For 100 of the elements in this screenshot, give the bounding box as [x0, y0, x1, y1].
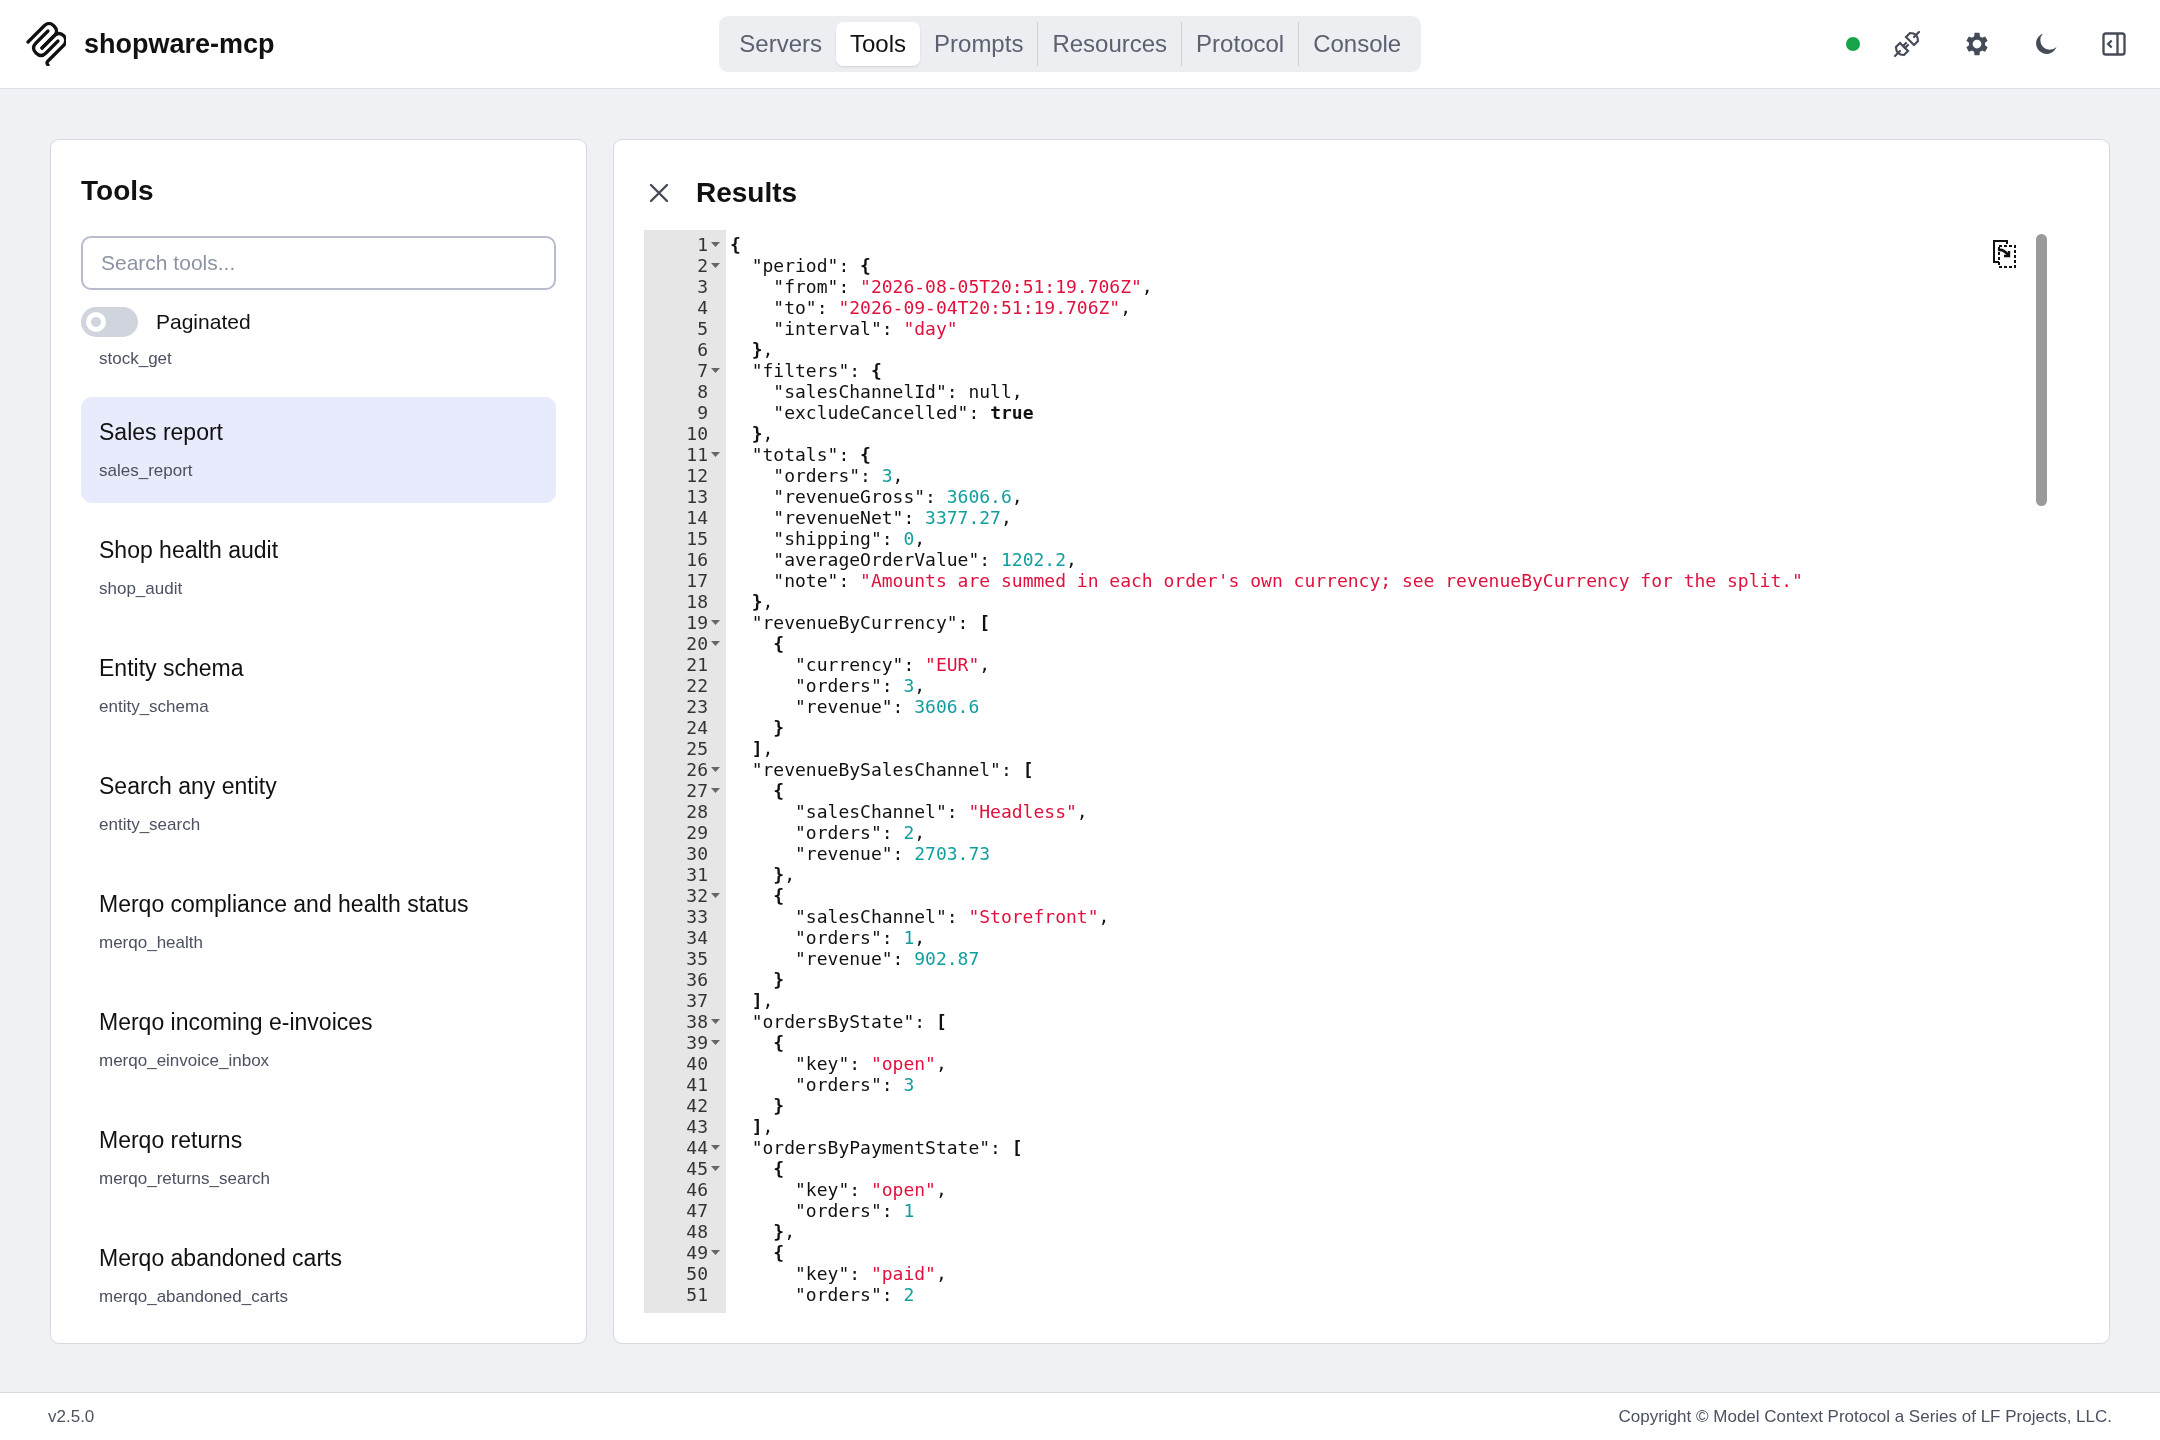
tool-item[interactable]: Merqo incoming e-invoices merqo_einvoice_inbox — [81, 987, 556, 1093]
line-number: 26 — [686, 759, 708, 780]
code-line: "orders": 2 — [794, 1284, 915, 1305]
line-number: 39 — [686, 1032, 708, 1053]
nav-tab[interactable]: Protocol — [1182, 22, 1299, 66]
line-number: 14 — [686, 507, 708, 528]
code-line: { — [772, 1242, 785, 1263]
code-line: { — [772, 780, 785, 801]
nav-tab[interactable]: Prompts — [920, 22, 1038, 66]
search-field[interactable]: Search tools... — [81, 236, 556, 290]
version-text: v2.5.0 — [48, 1405, 95, 1428]
line-number: 5 — [697, 318, 708, 339]
line-number: 38 — [686, 1011, 708, 1032]
line-number: 35 — [686, 948, 708, 969]
code-line: "revenueBySalesChannel": [ — [750, 759, 1034, 780]
code-line: "key": "open", — [794, 1179, 947, 1200]
nav-tab[interactable]: Servers — [725, 22, 836, 66]
line-number: 40 — [686, 1053, 708, 1074]
code-line: "to": "2026-09-04T20:51:19.706Z", — [772, 297, 1131, 318]
code-line: }, — [750, 591, 774, 612]
code-line: { — [772, 1158, 785, 1179]
code-line: { — [772, 885, 785, 906]
tool-title: Merqo compliance and health status — [99, 890, 470, 919]
tool-item[interactable]: Merqo abandoned carts merqo_abandoned_carts — [81, 1223, 556, 1329]
code-line: "shipping": 0, — [772, 528, 926, 549]
tool-id: entity_schema — [99, 695, 210, 718]
copy-icon[interactable] — [1991, 238, 2019, 270]
line-number: 1 — [697, 234, 708, 255]
nav-tab[interactable]: Console — [1299, 22, 1416, 66]
code-line: "salesChannel": "Storefront", — [794, 906, 1110, 927]
tool-item[interactable]: stock_get — [81, 345, 556, 385]
line-number: 19 — [686, 612, 708, 633]
line-number: 28 — [686, 801, 708, 822]
code-line: } — [772, 1095, 785, 1116]
line-number: 25 — [686, 738, 708, 759]
line-number: 13 — [686, 486, 708, 507]
line-number: 8 — [697, 381, 708, 402]
tool-item[interactable]: Sales report sales_report — [81, 397, 556, 503]
code-line: }, — [772, 864, 796, 885]
toggle-switch[interactable] — [81, 306, 138, 337]
line-number: 12 — [686, 465, 708, 486]
tool-title: Merqo returns — [99, 1126, 244, 1155]
code-line: "ordersByPaymentState": [ — [750, 1137, 1023, 1158]
tool-id: merqo_health — [99, 931, 204, 954]
line-number: 31 — [686, 864, 708, 885]
line-number: 20 — [686, 633, 708, 654]
line-number: 22 — [686, 675, 708, 696]
tool-item[interactable]: Shop health audit shop_audit — [81, 515, 556, 621]
code-line: "key": "paid", — [794, 1263, 947, 1284]
panel-title: Tools — [81, 174, 155, 208]
tool-item[interactable]: Entity schema entity_schema — [81, 633, 556, 739]
line-number: 7 — [697, 360, 708, 381]
code-line: "excludeCancelled": true — [772, 402, 1034, 423]
code-line: ], — [750, 1116, 774, 1137]
code-line: "period": { — [750, 255, 871, 276]
line-number: 42 — [686, 1095, 708, 1116]
line-number: 18 — [686, 591, 708, 612]
code-line: ], — [750, 990, 774, 1011]
tool-id: merqo_returns_search — [99, 1167, 272, 1190]
scrollbar-thumb[interactable] — [2036, 234, 2047, 506]
code-line: "currency": "EUR", — [794, 654, 991, 675]
tool-item[interactable]: Search any entity entity_search — [81, 751, 556, 857]
tool-title: Sales report — [99, 418, 224, 447]
logo-icon — [24, 22, 66, 66]
code-line: "revenueNet": 3377.27, — [772, 507, 1012, 528]
code-line: "filters": { — [750, 360, 882, 381]
code-line: "revenueGross": 3606.6, — [772, 486, 1023, 507]
nav-tab[interactable]: Tools — [836, 22, 921, 66]
line-number: 11 — [686, 444, 708, 465]
code-line: "orders": 1, — [794, 927, 926, 948]
tool-item[interactable]: Merqo compliance and health status merqo_health — [81, 869, 556, 975]
line-number: 43 — [686, 1116, 708, 1137]
tool-id: merqo_abandoned_carts — [99, 1285, 290, 1308]
code-line: "ordersByState": [ — [750, 1011, 947, 1032]
line-number: 2 — [697, 255, 708, 276]
tool-title: Search any entity — [99, 772, 278, 801]
panel-title: Results — [696, 176, 798, 210]
line-number: 15 — [686, 528, 708, 549]
code-line: "totals": { — [750, 444, 871, 465]
nav-tab[interactable]: Resources — [1038, 22, 1182, 66]
line-number: 46 — [686, 1179, 708, 1200]
toggle-label: Paginated — [156, 309, 251, 335]
code-line: "note": "Amounts are summed in each order's own currency; see revenueByCurrency for the split." — [772, 570, 1803, 591]
code-line: } — [772, 717, 785, 738]
code-line: ], — [750, 738, 774, 759]
code-line: "orders": 1 — [794, 1200, 915, 1221]
code-line: "orders": 2, — [794, 822, 926, 843]
line-number: 44 — [686, 1137, 708, 1158]
line-number: 50 — [686, 1263, 708, 1284]
tool-id: sales_report — [99, 459, 194, 482]
code-line: "averageOrderValue": 1202.2, — [772, 549, 1077, 570]
tool-item[interactable]: Merqo returns merqo_returns_search — [81, 1105, 556, 1211]
code-line: "key": "open", — [794, 1053, 947, 1074]
line-number: 27 — [686, 780, 708, 801]
code-line: "orders": 3 — [794, 1074, 915, 1095]
tool-id: entity_search — [99, 813, 202, 836]
code-line: "revenue": 3606.6 — [794, 696, 980, 717]
code-line: "revenueByCurrency": [ — [750, 612, 991, 633]
code-line: "salesChannelId": null, — [772, 381, 1023, 402]
line-number: 24 — [686, 717, 708, 738]
